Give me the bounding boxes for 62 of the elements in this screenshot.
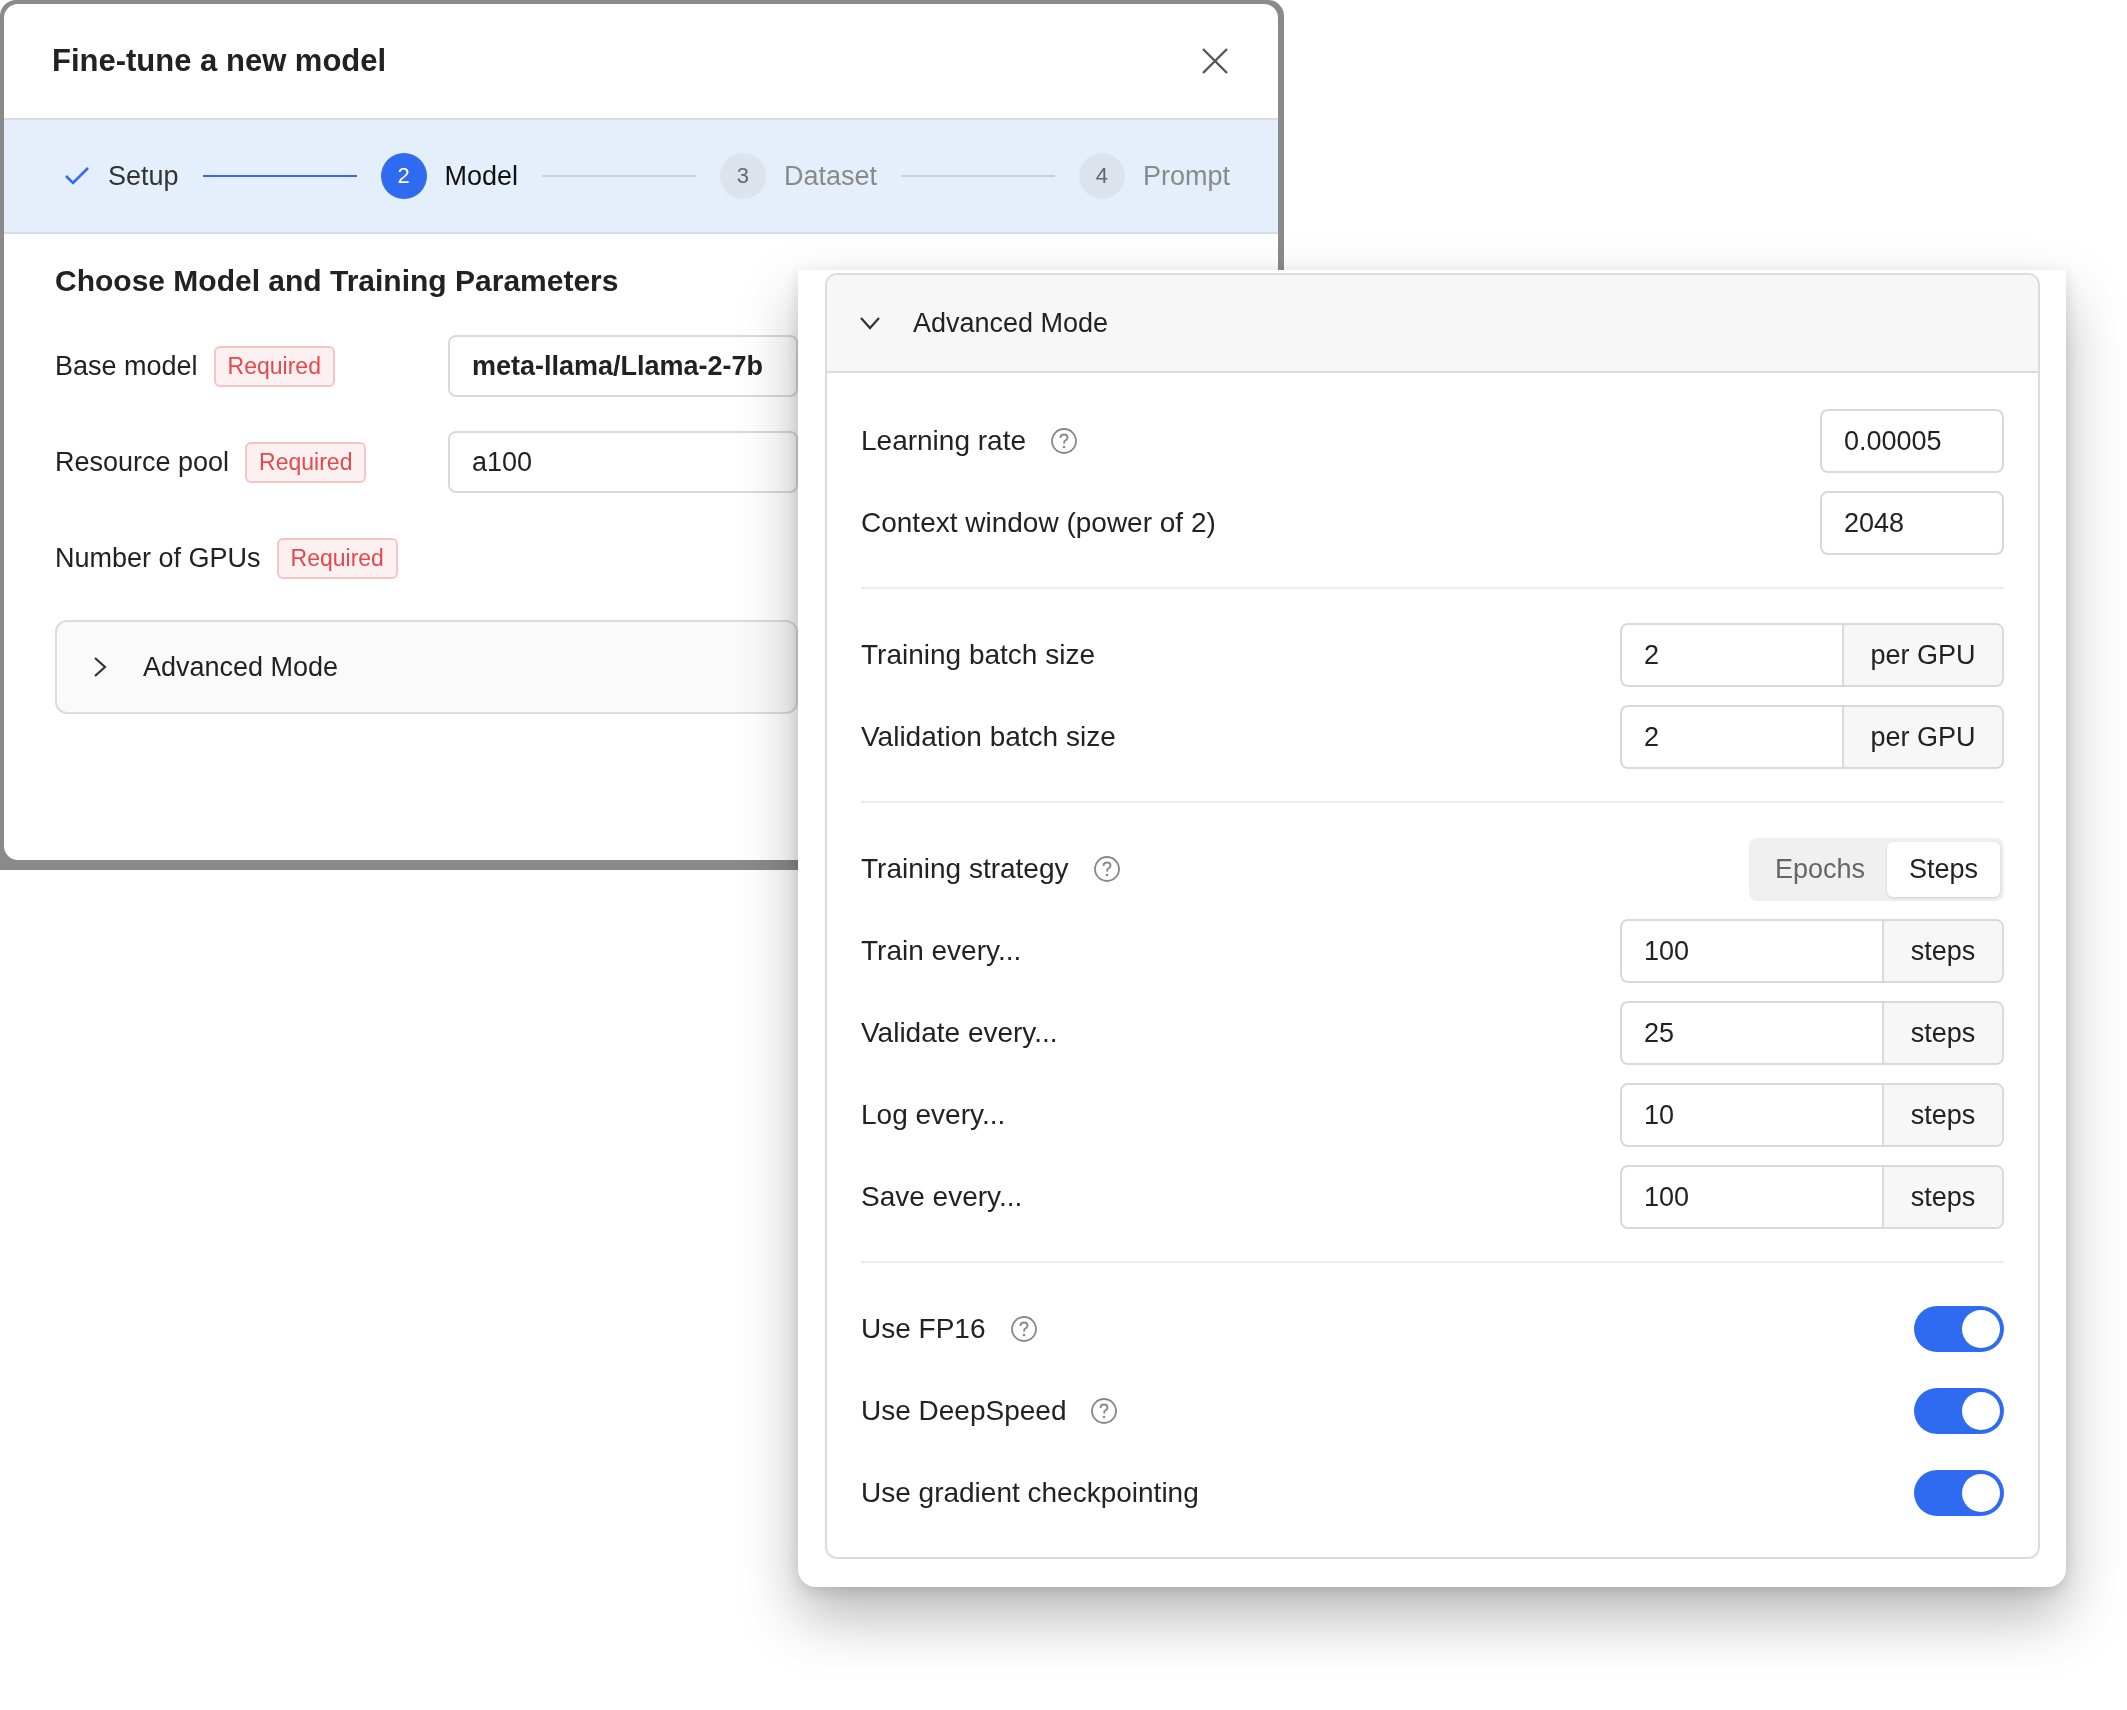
step-item[interactable]: 3 Dataset	[720, 153, 878, 199]
setting-label: Learning rate	[861, 425, 1026, 457]
input-field[interactable]: 25 steps	[1620, 1001, 2004, 1065]
step-label: Model	[444, 160, 519, 192]
field-label: Base model	[55, 350, 198, 382]
setting-label: Log every...	[861, 1099, 1006, 1131]
unit-label: per GPU	[1842, 625, 2002, 685]
toggle-switch[interactable]	[1914, 1388, 2004, 1434]
required-badge: Required	[213, 345, 335, 387]
check-icon	[64, 166, 90, 186]
setting-label: Training strategy	[861, 853, 1069, 885]
close-icon[interactable]	[1200, 46, 1230, 76]
setting-label: Validate every...	[861, 1017, 1058, 1049]
unit-label: steps	[1882, 1167, 2002, 1227]
setting-label: Context window (power of 2)	[861, 507, 1216, 539]
help-icon[interactable]	[1009, 1315, 1038, 1343]
unit-label: steps	[1882, 1003, 2002, 1063]
section-title: Choose Model and Training Parameters	[55, 264, 620, 298]
step-number: 2	[380, 153, 427, 199]
advanced-mode-toggle[interactable]: Advanced Mode	[55, 620, 798, 714]
step-number: 4	[1079, 153, 1125, 199]
input-field[interactable]: 2 per GPU	[1620, 705, 2004, 769]
step-label: Prompt	[1143, 160, 1230, 192]
chevron-icon	[93, 656, 107, 678]
input-field[interactable]: 2 per GPU	[1620, 623, 2004, 687]
setting-label: Train every...	[861, 935, 1022, 967]
help-icon[interactable]	[1050, 427, 1078, 455]
help-icon[interactable]	[1092, 855, 1121, 883]
setting-label: Training batch size	[861, 639, 1095, 671]
setting-label: Validation batch size	[861, 721, 1116, 753]
field-label: Resource pool	[55, 446, 230, 478]
required-badge: Required	[276, 537, 398, 579]
input-field[interactable]: meta-llama/Llama-2-7b	[448, 335, 798, 397]
setting-label: Use gradient checkpointing	[861, 1477, 1199, 1509]
unit-label: steps	[1882, 921, 2002, 981]
required-badge: Required	[245, 441, 367, 483]
chevron-icon	[859, 316, 881, 330]
unit-label: steps	[1882, 1085, 2002, 1145]
step-label: Dataset	[784, 160, 878, 192]
toggle-switch[interactable]	[1914, 1306, 2004, 1352]
input-field[interactable]: 10 steps	[1620, 1083, 2004, 1147]
step-number: 3	[720, 153, 766, 199]
step-item[interactable]: 2 Model	[380, 153, 519, 199]
segment-option[interactable]: Epochs	[1752, 841, 1887, 897]
setting-label: Save every...	[861, 1181, 1023, 1213]
input-field[interactable]: 100 steps	[1620, 1165, 2004, 1229]
step-label: Setup	[108, 160, 179, 192]
step-item[interactable]: 4 Prompt	[1079, 153, 1230, 199]
unit-label: per GPU	[1842, 707, 2002, 767]
input-field[interactable]: a100	[448, 431, 798, 493]
dialog-title: Fine-tune a new model	[52, 43, 387, 79]
step-item[interactable]: Setup	[64, 160, 179, 192]
help-icon[interactable]	[1090, 1397, 1119, 1425]
setting-label: Use FP16	[861, 1313, 986, 1345]
input-field[interactable]: 100 steps	[1620, 919, 2004, 983]
input-field[interactable]: 2048	[1820, 491, 2004, 555]
advanced-mode-header[interactable]: Advanced Mode	[827, 275, 2038, 373]
field-label: Number of GPUs	[55, 542, 261, 574]
segment-option[interactable]: Steps	[1886, 841, 2000, 897]
setting-label: Use DeepSpeed	[861, 1395, 1067, 1427]
input-field[interactable]: 0.00005	[1820, 409, 2004, 473]
toggle-switch[interactable]	[1914, 1470, 2004, 1516]
